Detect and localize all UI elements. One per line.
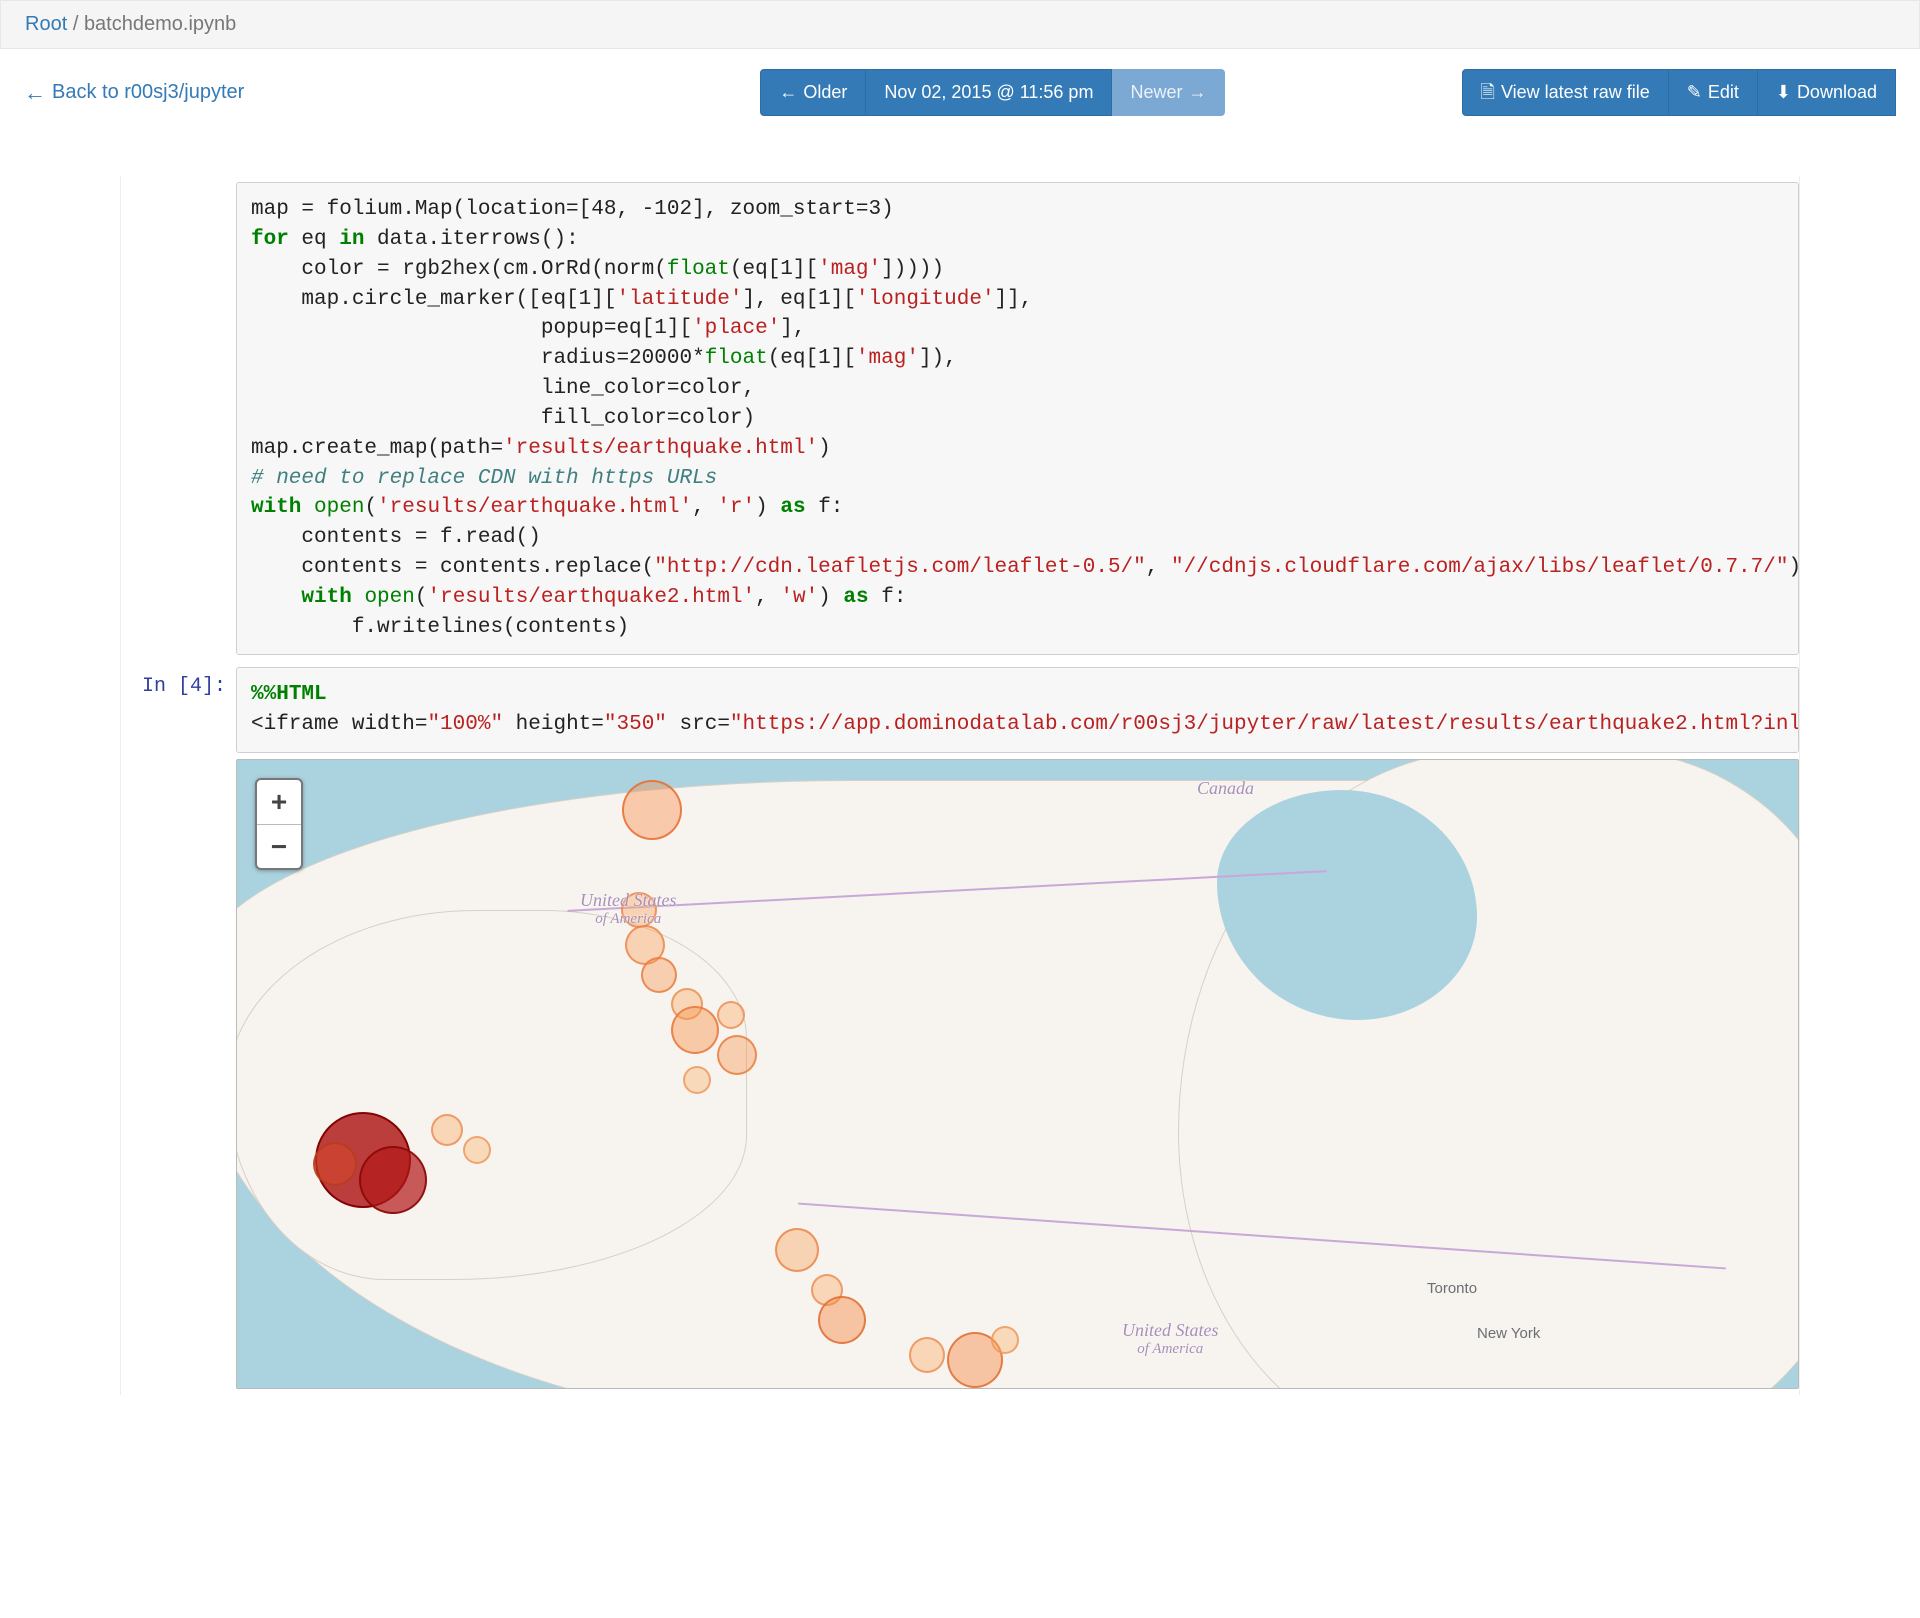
quake-marker[interactable] [991,1326,1019,1354]
notebook: map = folium.Map(location=[48, -102], zo… [120,176,1800,1395]
breadcrumb: Root / batchdemo.ipynb [0,0,1920,49]
breadcrumb-sep: / [73,13,79,35]
quake-marker[interactable] [431,1114,463,1146]
older-label: Older [803,80,847,105]
arrow-right-icon: → [1188,80,1206,105]
quake-marker[interactable] [359,1146,427,1214]
quake-marker[interactable] [641,957,677,993]
breadcrumb-file: batchdemo.ipynb [84,13,236,35]
file-icon: 🗎 [1481,80,1495,105]
version-timestamp-button[interactable]: Nov 02, 2015 @ 11:56 pm [866,69,1112,116]
cell-prompt: In [4]: [121,667,236,1389]
quake-marker[interactable] [717,1035,757,1075]
quake-marker[interactable] [818,1296,866,1344]
cell-prompt [121,182,236,655]
quake-marker[interactable] [463,1136,491,1164]
breadcrumb-root-link[interactable]: Root [25,13,67,35]
back-link-label: Back to r00sj3/jupyter [52,81,244,104]
file-actions: 🗎 View latest raw file ✎ Edit ⬇ Download [1462,69,1897,116]
quake-marker[interactable] [683,1066,711,1094]
newer-button: Newer → [1112,69,1225,116]
notebook-cell: map = folium.Map(location=[48, -102], zo… [121,176,1799,661]
zoom-control: + − [255,778,303,870]
version-timestamp: Nov 02, 2015 @ 11:56 pm [884,80,1093,105]
code-input[interactable]: map = folium.Map(location=[48, -102], zo… [236,182,1799,655]
edit-label: Edit [1708,80,1739,105]
download-label: Download [1797,80,1877,105]
code-input[interactable]: %%HTML <iframe width="100%" height="350"… [236,667,1799,753]
newer-label: Newer [1130,80,1182,105]
quake-marker[interactable] [717,1001,745,1029]
edit-button[interactable]: ✎ Edit [1669,69,1758,116]
quake-marker[interactable] [775,1228,819,1272]
toolbar: ← Back to r00sj3/jupyter ← Older Nov 02,… [0,49,1920,136]
older-button[interactable]: ← Older [760,69,866,116]
arrow-left-icon: ← [24,82,46,104]
pencil-icon: ✎ [1687,80,1702,105]
notebook-cell: In [4]: %%HTML <iframe width="100%" heig… [121,661,1799,1395]
download-button[interactable]: ⬇ Download [1758,69,1896,116]
arrow-left-icon: ← [779,80,797,105]
quake-marker[interactable] [622,780,682,840]
download-icon: ⬇ [1776,80,1791,105]
back-link[interactable]: ← Back to r00sj3/jupyter [24,81,244,104]
quake-marker[interactable] [313,1142,357,1186]
version-nav: ← Older Nov 02, 2015 @ 11:56 pm Newer → [480,69,1225,116]
quake-marker[interactable] [909,1337,945,1373]
zoom-in-button[interactable]: + [257,780,301,824]
quake-marker[interactable] [671,1006,719,1054]
quake-marker[interactable] [621,892,657,928]
view-raw-button[interactable]: 🗎 View latest raw file [1462,69,1669,116]
view-raw-label: View latest raw file [1501,80,1650,105]
map-output[interactable]: Canada United Statesof America United St… [236,759,1799,1389]
zoom-out-button[interactable]: − [257,824,301,868]
